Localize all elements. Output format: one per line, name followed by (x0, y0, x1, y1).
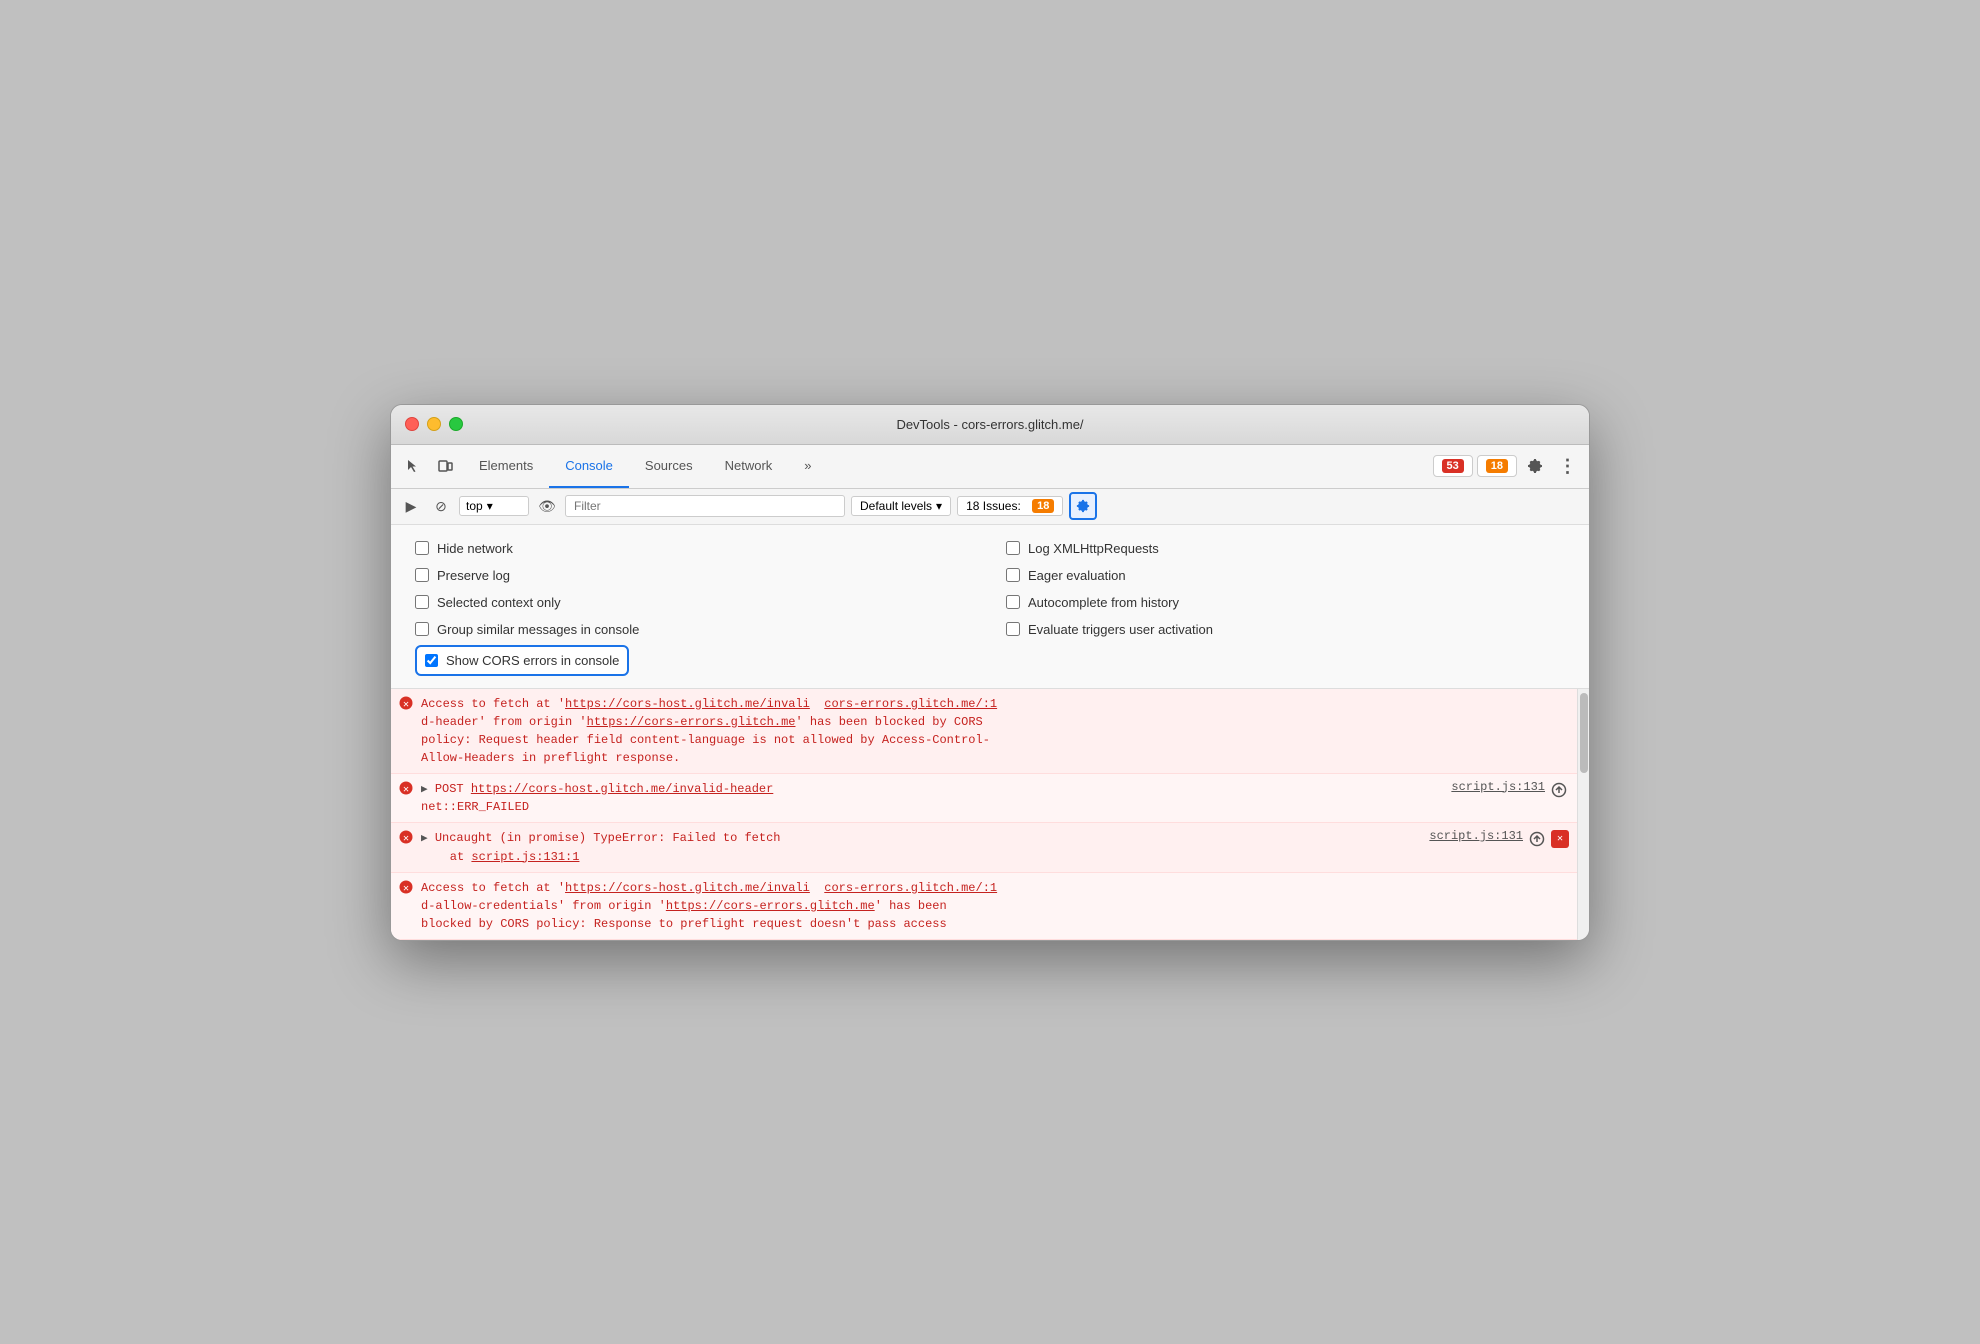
preserve-log-checkbox[interactable] (415, 568, 429, 582)
issues-button[interactable]: 18 Issues: 18 (957, 496, 1063, 516)
settings-col1: Hide network Preserve log Selected conte… (415, 537, 974, 676)
live-expressions-icon[interactable]: 👁 (535, 494, 559, 518)
window-title: DevTools - cors-errors.glitch.me/ (896, 417, 1083, 432)
tab-sources[interactable]: Sources (629, 445, 709, 488)
group-similar-checkbox[interactable] (415, 622, 429, 636)
error-icon-1: ✕ (399, 696, 413, 715)
svg-text:✕: ✕ (403, 700, 409, 710)
entry-4-link2[interactable]: cors-errors.glitch.me/:1 (824, 881, 997, 895)
entry-3-link[interactable]: script.js:131:1 (471, 850, 579, 864)
tab-console[interactable]: Console (549, 445, 629, 488)
log-xml-option[interactable]: Log XMLHttpRequests (1006, 537, 1565, 560)
console-output: ✕ Access to fetch at 'https://cors-host.… (391, 689, 1577, 940)
entry-3-dismiss-icon[interactable]: ✕ (1551, 830, 1569, 848)
warning-badge: 18 (1486, 459, 1508, 473)
scrollbar[interactable] (1577, 689, 1589, 940)
entry-1-content: Access to fetch at 'https://cors-host.gl… (421, 695, 1569, 767)
evaluate-triggers-option[interactable]: Evaluate triggers user activation (1006, 618, 1565, 641)
entry-4-link1[interactable]: https://cors-host.glitch.me/invali (565, 881, 810, 895)
evaluate-triggers-checkbox[interactable] (1006, 622, 1020, 636)
select-tool-icon[interactable] (399, 452, 427, 480)
more-options-icon[interactable]: ⋮ (1553, 452, 1581, 480)
toolbar-icons: 53 18 ⋮ (1433, 452, 1582, 480)
settings-panel: Hide network Preserve log Selected conte… (391, 525, 1589, 689)
devtools-window: DevTools - cors-errors.glitch.me/ Elemen… (390, 404, 1590, 941)
title-bar: DevTools - cors-errors.glitch.me/ (391, 405, 1589, 445)
eager-eval-option[interactable]: Eager evaluation (1006, 564, 1565, 587)
triangle-3[interactable]: ▶ (421, 833, 428, 845)
group-similar-option[interactable]: Group similar messages in console (415, 618, 974, 641)
entry-2-upload-icon[interactable] (1549, 780, 1569, 800)
context-selector[interactable]: top ▾ (459, 496, 529, 516)
log-levels-dropdown[interactable]: Default levels ▾ (851, 496, 951, 516)
entry-3-upload-icon[interactable] (1527, 829, 1547, 849)
autocomplete-option[interactable]: Autocomplete from history (1006, 591, 1565, 614)
clear-console-icon[interactable]: ⊘ (429, 494, 453, 518)
execute-icon[interactable]: ▶ (399, 494, 423, 518)
console-output-area: ✕ Access to fetch at 'https://cors-host.… (391, 689, 1589, 940)
entry-4-content: Access to fetch at 'https://cors-host.gl… (421, 879, 1569, 933)
close-button[interactable] (405, 417, 419, 431)
selected-context-option[interactable]: Selected context only (415, 591, 974, 614)
issues-count-badge: 18 (1032, 499, 1054, 513)
triangle-2[interactable]: ▶ (421, 784, 428, 796)
hide-network-checkbox[interactable] (415, 541, 429, 555)
eager-eval-checkbox[interactable] (1006, 568, 1020, 582)
entry-4-link3[interactable]: https://cors-errors.glitch.me (666, 899, 875, 913)
warning-count-button[interactable]: 18 (1477, 455, 1517, 477)
filter-input[interactable] (565, 495, 845, 517)
minimize-button[interactable] (427, 417, 441, 431)
autocomplete-checkbox[interactable] (1006, 595, 1020, 609)
maximize-button[interactable] (449, 417, 463, 431)
entry-3-source[interactable]: script.js:131 (1429, 829, 1523, 843)
error-icon-4: ✕ (399, 880, 413, 899)
error-icon-2: ✕ (399, 781, 413, 800)
entry-2-link[interactable]: https://cors-host.glitch.me/invalid-head… (471, 782, 773, 796)
preserve-log-option[interactable]: Preserve log (415, 564, 974, 587)
tab-elements[interactable]: Elements (463, 445, 549, 488)
tab-more[interactable]: » (788, 445, 827, 488)
settings-icon[interactable] (1521, 452, 1549, 480)
entry-2-content: ▶ POST https://cors-host.glitch.me/inval… (421, 780, 1443, 817)
svg-text:✕: ✕ (403, 884, 409, 894)
traffic-lights (405, 417, 463, 431)
svg-text:✕: ✕ (403, 834, 409, 844)
log-xml-checkbox[interactable] (1006, 541, 1020, 555)
console-settings-button[interactable] (1069, 492, 1097, 520)
settings-col2: Log XMLHttpRequests Eager evaluation Aut… (1006, 537, 1565, 676)
entry-3-actions: script.js:131 ✕ (1429, 829, 1569, 849)
entry-1-link1[interactable]: https://cors-host.glitch.me/invali (565, 697, 810, 711)
console-secondary-toolbar: ▶ ⊘ top ▾ 👁 Default levels ▾ 18 Issues: … (391, 489, 1589, 525)
console-entry-3: ✕ ▶ Uncaught (in promise) TypeError: Fai… (391, 823, 1577, 873)
console-entry-1: ✕ Access to fetch at 'https://cors-host.… (391, 689, 1577, 774)
console-entry-2: ✕ ▶ POST https://cors-host.glitch.me/inv… (391, 774, 1577, 824)
error-count-button[interactable]: 53 (1433, 455, 1473, 477)
selected-context-checkbox[interactable] (415, 595, 429, 609)
hide-network-option[interactable]: Hide network (415, 537, 974, 560)
tab-bar: Elements Console Sources Network » (463, 445, 1429, 488)
console-entry-4: ✕ Access to fetch at 'https://cors-host.… (391, 873, 1577, 940)
device-toggle-icon[interactable] (431, 452, 459, 480)
main-toolbar: Elements Console Sources Network » 53 18 (391, 445, 1589, 489)
show-cors-checkbox[interactable] (425, 654, 438, 667)
scrollbar-thumb[interactable] (1580, 693, 1588, 773)
tab-network[interactable]: Network (709, 445, 789, 488)
entry-1-link2[interactable]: cors-errors.glitch.me/:1 (824, 697, 997, 711)
entry-2-actions: script.js:131 (1451, 780, 1569, 800)
show-cors-option-highlighted[interactable]: Show CORS errors in console (415, 645, 629, 676)
entry-3-content: ▶ Uncaught (in promise) TypeError: Faile… (421, 829, 1421, 866)
error-badge: 53 (1442, 459, 1464, 473)
entry-1-link3[interactable]: https://cors-errors.glitch.me (587, 715, 796, 729)
entry-2-source[interactable]: script.js:131 (1451, 780, 1545, 794)
error-icon-3: ✕ (399, 830, 413, 849)
svg-text:✕: ✕ (403, 785, 409, 795)
